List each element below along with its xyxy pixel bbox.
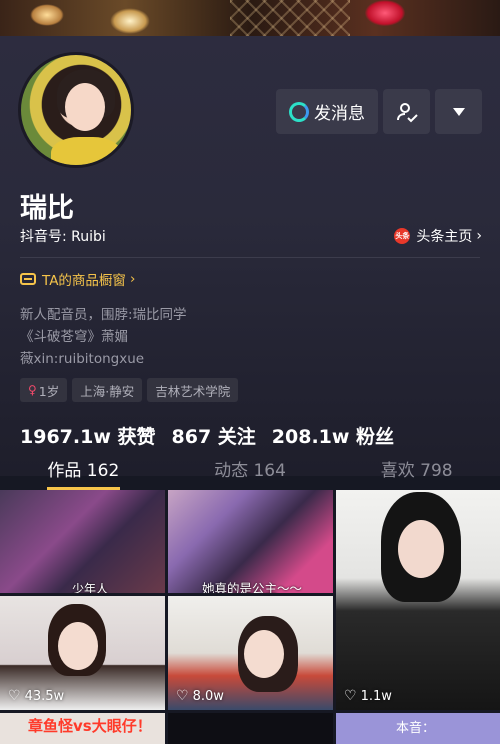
bio-line: 薇xin:ruibitongxue [20,351,145,367]
heart-icon: ♡ [8,688,21,704]
toutiao-homepage-link[interactable]: 头条 头条主页 › [394,226,482,246]
video-thumbnail[interactable]: 她真的是公主～～ [168,490,333,593]
toutiao-link-label: 头条主页 [416,229,473,245]
shop-window-label: TA的商品橱窗 [42,273,126,289]
video-overlay-text: 本音： [396,721,436,736]
video-thumbnail[interactable]: ♡ 8.0w [168,596,333,710]
video-likes: ♡ 8.0w [176,688,224,704]
bio-line: 《斗破苍穹》萧媚 [20,329,128,345]
video-thumbnail[interactable]: 少年人 [0,490,165,593]
avatar[interactable] [18,52,134,168]
tab-likes[interactable]: 喜欢 798 [333,448,500,490]
chevron-down-icon [452,107,465,116]
chevron-right-icon: › [129,271,136,287]
video-likes: ♡ 1.1w [344,688,392,704]
heart-icon: ♡ [344,688,357,704]
profile-stats: 1967.1w 获赞 867 关注 208.1w 粉丝 [20,422,394,449]
profile-header: 发消息 瑞比 抖音号: Ruibi 头条 头条主页 › TA的商品橱窗 › 新人… [0,36,500,476]
chevron-right-icon: › [476,228,482,244]
profile-name: 瑞比 [20,193,74,224]
female-icon: ♀ [28,383,37,397]
video-thumbnail[interactable] [168,713,333,744]
toutiao-logo-icon: 头条 [394,228,411,244]
stat-followers[interactable]: 208.1w 粉丝 [272,422,394,449]
bio-line: 新人配音员，围脖:瑞比同学 [20,307,187,323]
douyin-id: 抖音号: Ruibi [20,229,106,245]
tag-location: 上海·静安 [72,378,143,402]
shop-icon [20,273,36,285]
tab-moments[interactable]: 动态 164 [167,448,334,490]
profile-tags: ♀ 1岁 上海·静安 吉林艺术学院 [20,378,239,402]
video-thumbnail[interactable]: ♡ 43.5w [0,596,165,710]
send-message-label: 发消息 [314,104,365,124]
user-check-icon [396,102,418,122]
video-caption: 少年人 [72,582,109,593]
tab-works[interactable]: 作品 162 [0,448,167,490]
content-tabs: 作品 162 动态 164 喜欢 798 [0,448,500,490]
shop-window-link[interactable]: TA的商品橱窗 › [20,269,135,289]
tag-school: 吉林艺术学院 [147,378,239,402]
tag-age: ♀ 1岁 [20,378,68,402]
video-caption: 她真的是公主～～ [202,581,303,593]
send-message-button[interactable]: 发消息 [276,89,378,134]
stat-likes[interactable]: 1967.1w 获赞 [20,422,156,449]
video-likes: ♡ 43.5w [8,688,65,704]
more-options-button[interactable] [435,89,482,134]
followed-button[interactable] [383,89,430,134]
profile-cover-image [0,0,500,36]
divider [20,257,480,258]
message-icon [289,101,309,122]
video-thumbnail[interactable]: ♡ 1.1w [336,490,500,710]
video-thumbnail[interactable]: 章鱼怪vs大眼仔！ [0,713,165,744]
stat-following[interactable]: 867 关注 [172,422,256,449]
video-thumbnail[interactable]: 本音： [336,713,500,744]
profile-bio: 新人配音员，围脖:瑞比同学 《斗破苍穹》萧媚 薇xin:ruibitongxue [20,304,187,370]
heart-icon: ♡ [176,688,189,704]
video-overlay-text: 章鱼怪vs大眼仔！ [28,717,152,735]
video-grid: 少年人 她真的是公主～～ ♡ 1.1w ♡ 43.5w ♡ 8.0w 章鱼怪vs… [0,490,500,744]
